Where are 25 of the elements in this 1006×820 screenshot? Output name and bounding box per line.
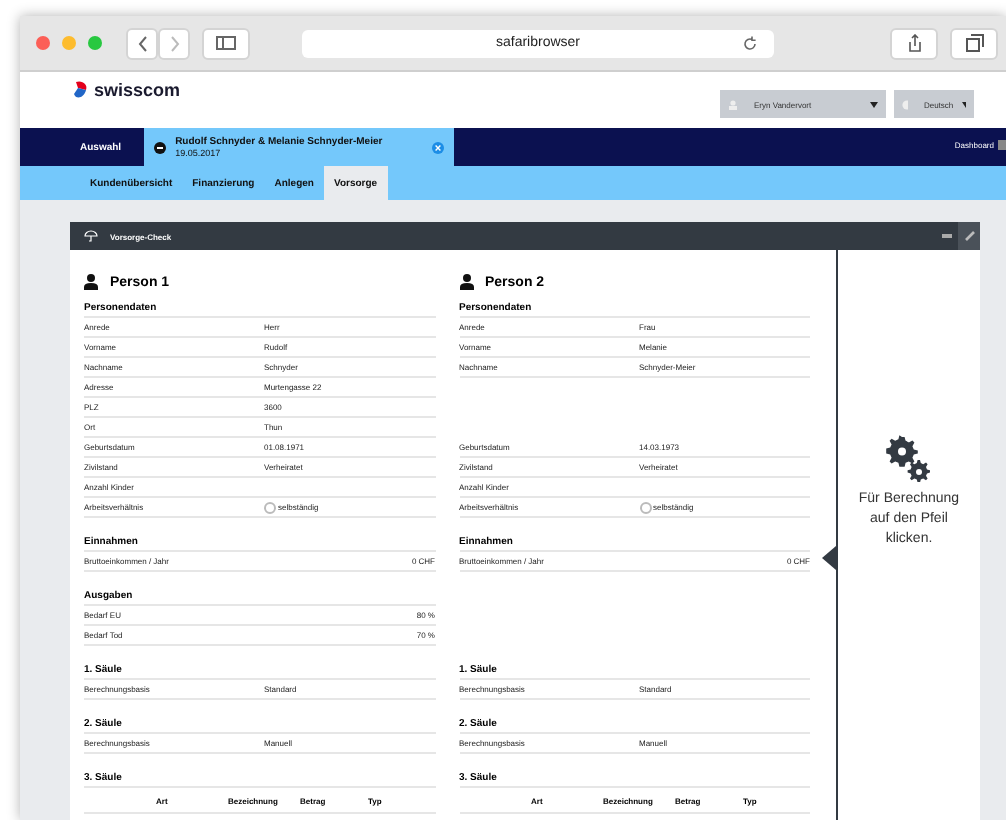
- edit-button[interactable]: [958, 222, 980, 250]
- back-button[interactable]: [126, 27, 158, 59]
- reload-icon[interactable]: [742, 35, 758, 51]
- person-icon: [459, 274, 473, 290]
- person-icon: [84, 274, 98, 290]
- chevron-left-icon: [137, 35, 147, 51]
- tabs-button[interactable]: [950, 27, 998, 59]
- pencil-icon: [963, 230, 975, 242]
- gears-icon: [886, 434, 931, 482]
- share-button[interactable]: [890, 27, 938, 59]
- chevron-right-icon: [169, 35, 179, 51]
- tabs-icon: [965, 34, 983, 52]
- maximize-window-icon[interactable]: [88, 36, 102, 50]
- close-icon[interactable]: [431, 141, 444, 153]
- client-icon: [153, 141, 166, 153]
- share-icon: [907, 34, 921, 52]
- radio-button[interactable]: [639, 501, 651, 513]
- close-window-icon[interactable]: [36, 36, 50, 50]
- expand-arrow-icon[interactable]: [822, 546, 836, 570]
- user-icon: [728, 99, 738, 109]
- radio-button[interactable]: [264, 501, 276, 513]
- sidebar-icon: [216, 36, 236, 50]
- umbrella-icon: [84, 230, 98, 242]
- logo: swisscom: [72, 80, 181, 100]
- sidebar-button[interactable]: [202, 27, 250, 59]
